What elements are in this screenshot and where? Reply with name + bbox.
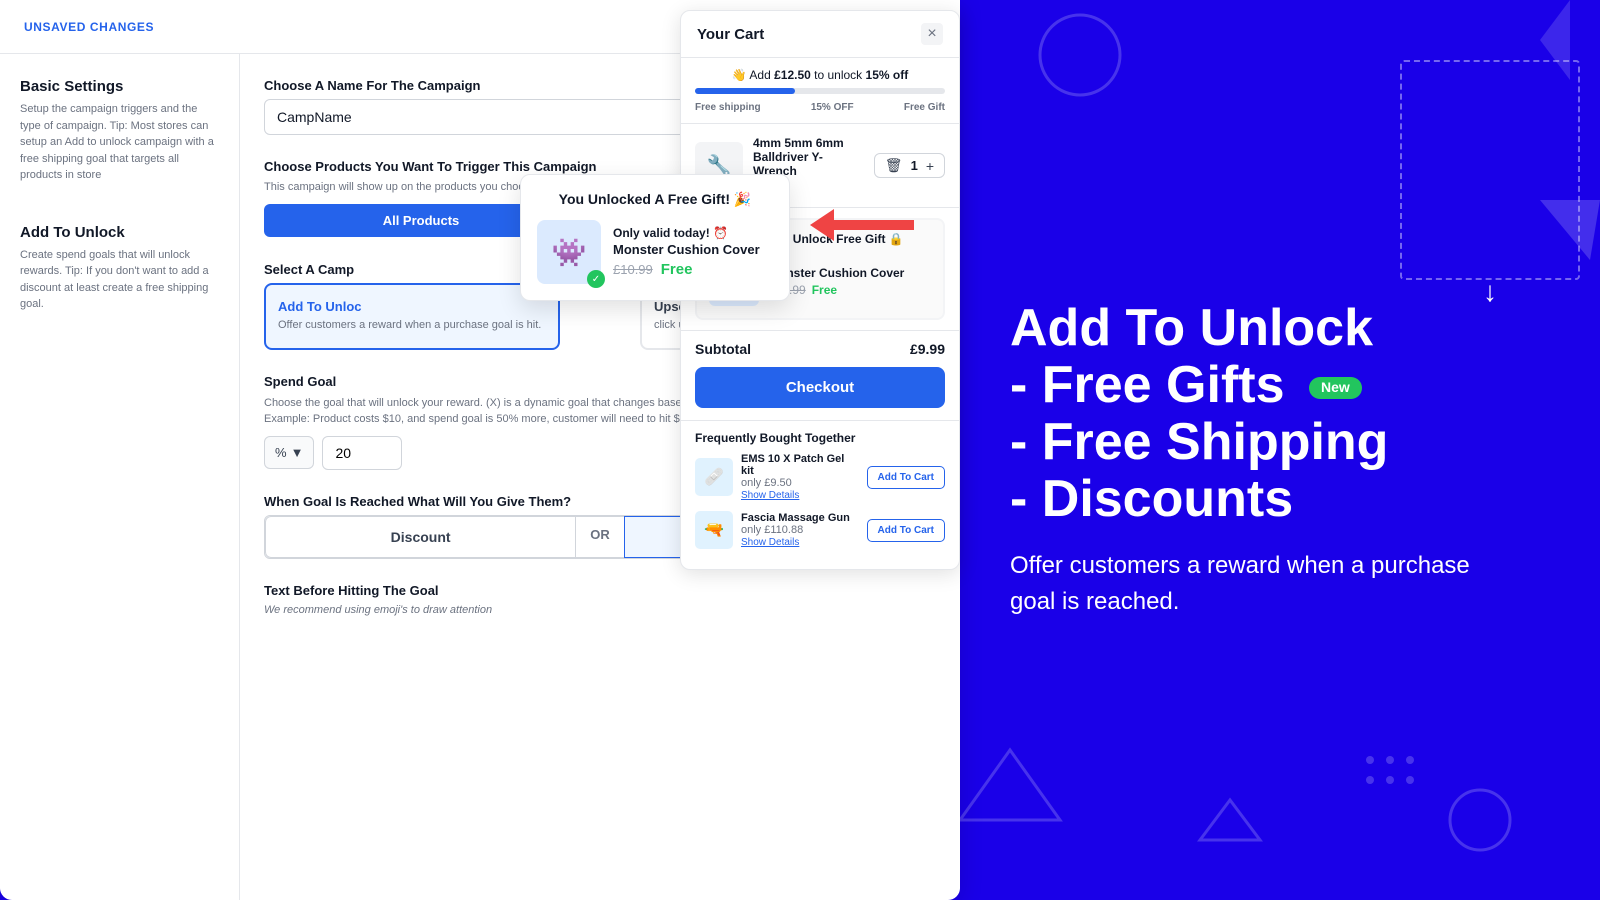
fbt-item-0-show-details[interactable]: Show Details [741,490,799,501]
headline-line3: - Free Shipping [1010,414,1550,471]
basic-settings-title: Basic Settings [20,78,219,95]
progress-bar-fill [695,88,795,94]
new-badge: New [1309,377,1362,398]
fbt-item-1-info: Fascia Massage Gun only £110.88 Show Det… [741,512,859,548]
free-gift-free-label: Free [812,283,837,297]
popup-product-name: Monster Cushion Cover [613,242,773,257]
fbt-item-1-price: only £110.88 Show Details [741,524,859,548]
free-gift-info: Monster Cushion Cover £10.99 Free [769,266,931,297]
popup-product-row: 👾 ✓ Only valid today! ⏰ Monster Cushion … [537,220,773,284]
fbt-section: Frequently Bought Together 🩹 EMS 10 X Pa… [681,420,959,569]
campaign-card-add-to-unlock[interactable]: Add To Unloc Offer customers a reward wh… [264,283,560,349]
unsaved-changes-label: UNSAVED CHANGES [24,20,154,34]
add-to-unlock-title: Add To Unlock [20,224,219,241]
fbt-item-0-add-button[interactable]: Add To Cart [867,466,945,489]
cart-title: Your Cart [697,26,764,43]
add-to-unlock-desc: Create spend goals that will unlock rewa… [20,247,219,313]
fbt-item-0-price: only £9.50 Show Details [741,477,859,501]
fbt-item-1-image: 🔫 [695,511,733,549]
headline-line1: Add To Unlock [1010,300,1550,357]
promo-sub: Offer customers a reward when a purchase… [1010,548,1470,620]
headline-line2: - Free Gifts New [1010,357,1550,414]
fbt-title: Frequently Bought Together [695,431,945,445]
popup-old-price: £10.99 [613,262,653,277]
popup-price-row: £10.99 Free [613,261,773,278]
popup-product-image: 👾 ✓ [537,220,601,284]
percent-value-input[interactable] [322,436,402,470]
cart-product-name: 4mm 5mm 6mm Balldriver Y-Wrench [753,136,864,178]
popup-valid-text: Only valid today! ⏰ [613,226,773,240]
popup-title: You Unlocked A Free Gift! 🎉 [537,191,773,208]
fbt-item-1-show-details[interactable]: Show Details [741,537,799,548]
checkout-button[interactable]: Checkout [695,367,945,408]
add-to-unlock-card-title: Add To Unloc [278,299,546,314]
basic-settings-desc: Setup the campaign triggers and the type… [20,101,219,184]
promo-headline: Add To Unlock - Free Gifts New - Free Sh… [1010,300,1550,529]
headline-line4: - Discounts [1010,471,1550,528]
chevron-down-icon: ▼ [291,445,304,460]
popup-overlay: You Unlocked A Free Gift! 🎉 👾 ✓ Only val… [520,174,790,301]
subtotal-label: Subtotal [695,341,751,357]
qty-value: 1 [911,158,918,173]
fbt-item-1-add-button[interactable]: Add To Cart [867,519,945,542]
popup-product-info: Only valid today! ⏰ Monster Cushion Cove… [613,226,773,278]
fbt-item-0-name: EMS 10 X Patch Gel kit [741,453,859,477]
add-to-unlock-section: Add To Unlock Create spend goals that wi… [20,224,219,313]
fbt-item-0: 🩹 EMS 10 X Patch Gel kit only £9.50 Show… [695,453,945,501]
subtotal-value: £9.99 [910,341,945,357]
fbt-item-0-image: 🩹 [695,458,733,496]
milestone-free-shipping: Free shipping [695,102,761,113]
right-panel: ↓ Add To Unlock - Free Gifts New - Free … [960,0,1600,900]
add-to-unlock-card-desc: Offer customers a reward when a purchase… [278,318,546,333]
cart-header: Your Cart × [681,11,959,58]
settings-sidebar: Basic Settings Setup the campaign trigge… [0,54,240,900]
qty-increase-button[interactable]: + [924,158,936,174]
cart-subtotal: Subtotal £9.99 [681,330,959,367]
panel-body: Basic Settings Setup the campaign trigge… [0,54,960,900]
milestone-free-gift: Free Gift [904,102,945,113]
text-before-goal-label: Text Before Hitting The Goal [264,583,936,598]
red-arrow-head [810,209,834,241]
qty-controls: 🗑 1 + [874,153,945,178]
free-gift-price-row: £10.99 Free [769,283,931,297]
popup-check-icon: ✓ [587,270,605,288]
dashed-box: ↓ [1400,60,1580,280]
basic-settings-section: Basic Settings Setup the campaign trigge… [20,78,219,184]
text-before-goal-group: Text Before Hitting The Goal We recommen… [264,583,936,616]
progress-banner: 👋 Add £12.50 to unlock 15% off Free ship… [681,58,959,124]
popup-card: You Unlocked A Free Gift! 🎉 👾 ✓ Only val… [520,174,790,301]
text-before-goal-hint: We recommend using emoji's to draw atten… [264,604,936,616]
arrow-indicator [810,209,914,241]
progress-milestones: Free shipping 15% OFF Free Gift [695,102,945,113]
milestone-15off: 15% OFF [811,102,854,113]
qty-decrease-button[interactable]: 🗑 [883,157,905,174]
fbt-item-1-name: Fascia Massage Gun [741,512,859,524]
fbt-item-0-info: EMS 10 X Patch Gel kit only £9.50 Show D… [741,453,859,501]
cart-close-button[interactable]: × [921,23,943,45]
progress-text: 👋 Add £12.50 to unlock 15% off [695,68,945,82]
percent-symbol: % [275,445,287,460]
free-gift-name: Monster Cushion Cover [769,266,931,280]
fbt-item-1: 🔫 Fascia Massage Gun only £110.88 Show D… [695,511,945,549]
red-arrow-body [834,220,914,230]
discount-btn[interactable]: Discount [265,516,576,558]
percent-select[interactable]: % ▼ [264,436,314,469]
progress-bar-wrap [695,88,945,94]
popup-free-price: Free [661,261,693,278]
reward-or-label: OR [576,516,624,558]
